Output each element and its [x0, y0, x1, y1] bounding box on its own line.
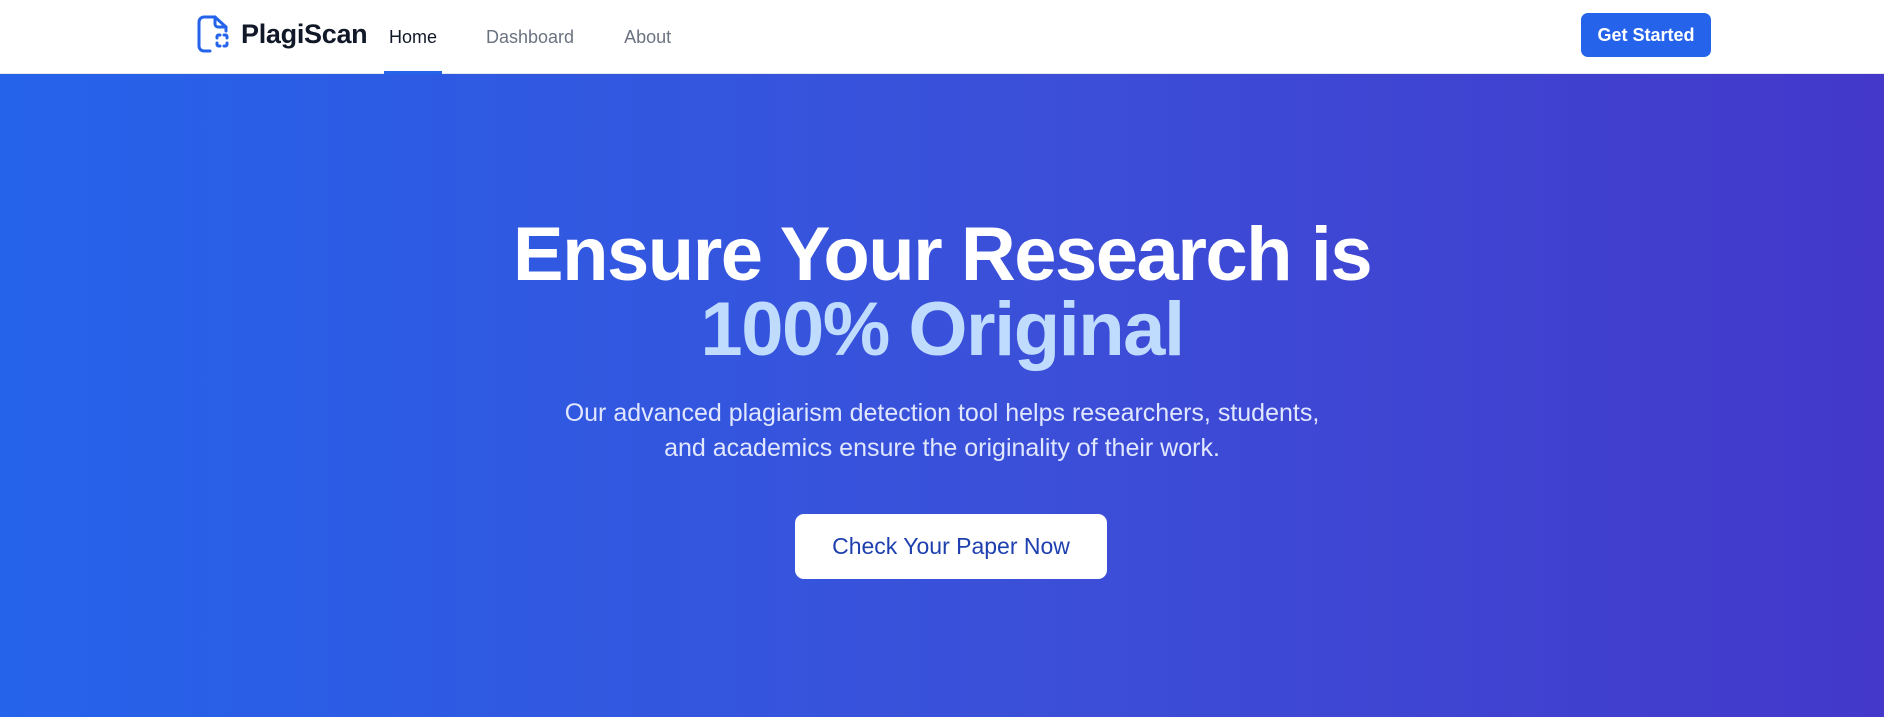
nav-item-about[interactable]: About: [618, 0, 677, 74]
hero-title: Ensure Your Research is: [512, 212, 1373, 297]
hero-subtitle: Our advanced plagiarism detection tool h…: [564, 399, 1320, 462]
get-started-button[interactable]: Get Started: [1581, 13, 1711, 57]
nav-links: Home Dashboard About: [384, 0, 677, 74]
navbar: PlagiScan Home Dashboard About Get Start…: [0, 0, 1884, 74]
brand-name: PlagiScan: [241, 18, 368, 49]
nav-item-home[interactable]: Home: [384, 0, 442, 74]
nav-item-dashboard[interactable]: Dashboard: [480, 0, 580, 74]
hero-section: Ensure Your Research is 100% Original Ou…: [0, 74, 1884, 717]
check-paper-button[interactable]: Check Your Paper Now: [795, 514, 1107, 579]
document-scan-icon: [195, 14, 231, 54]
hero-highlight: 100% Original: [700, 287, 1185, 372]
brand-logo[interactable]: PlagiScan: [195, 14, 368, 54]
